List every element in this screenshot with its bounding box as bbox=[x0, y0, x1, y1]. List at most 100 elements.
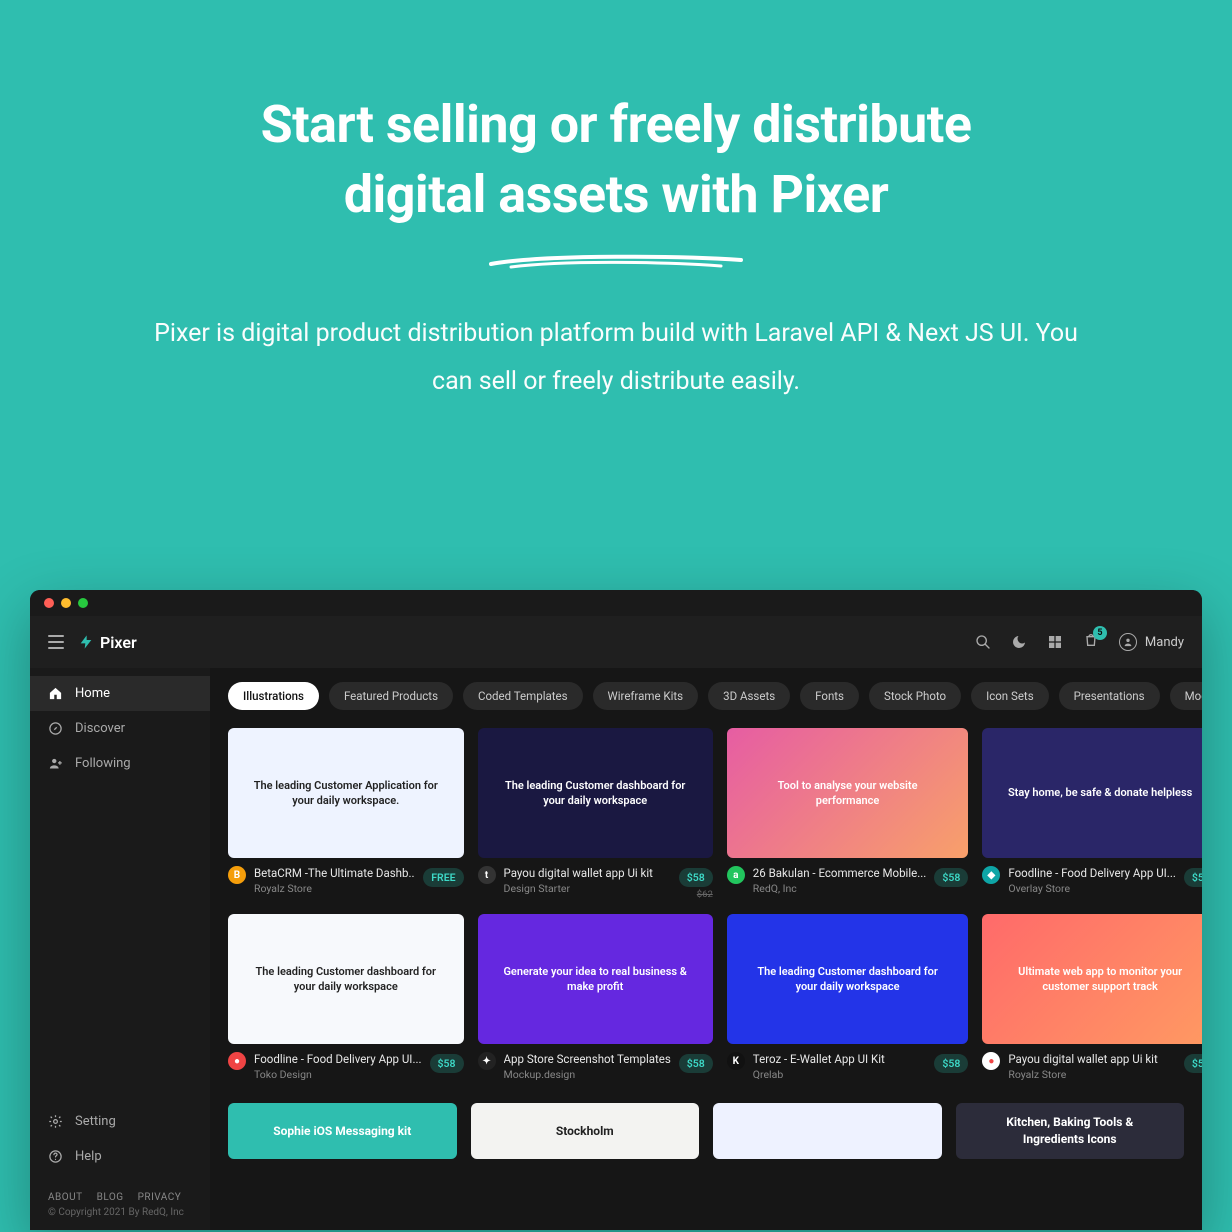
thumbnail-caption: The leading Customer dashboard for your … bbox=[478, 778, 713, 809]
sidebar-item-setting[interactable]: Setting bbox=[30, 1104, 210, 1139]
product-title: Payou digital wallet app Ui kit bbox=[1008, 1052, 1176, 1066]
product-card[interactable]: The leading Customer Application for you… bbox=[228, 728, 464, 900]
sidebar-item-label: Following bbox=[75, 756, 131, 771]
cart-count-badge: 5 bbox=[1093, 626, 1107, 640]
tab-coded-templates[interactable]: Coded Templates bbox=[463, 682, 583, 710]
thumbnail-caption: Tool to analyse your website performance bbox=[727, 778, 969, 809]
product-title: Foodline - Food Delivery App UI... bbox=[1008, 866, 1176, 880]
product-author: Royalz Store bbox=[1008, 1068, 1176, 1081]
product-thumbnail bbox=[713, 1103, 942, 1159]
window-minimize-dot[interactable] bbox=[61, 598, 71, 608]
window-maximize-dot[interactable] bbox=[78, 598, 88, 608]
tab-illustrations[interactable]: Illustrations bbox=[228, 682, 319, 710]
logo[interactable]: Pixer bbox=[78, 632, 137, 652]
user-name-label: Mandy bbox=[1145, 635, 1184, 650]
product-author: RedQ, Inc bbox=[753, 882, 927, 895]
help-icon bbox=[48, 1149, 63, 1164]
price-old: $62 bbox=[679, 889, 713, 900]
price-badge: $58 bbox=[934, 1054, 968, 1073]
category-tabs: Illustrations Featured Products Coded Temp… bbox=[210, 668, 1202, 724]
moon-icon[interactable] bbox=[1011, 634, 1027, 650]
grid-icon[interactable] bbox=[1047, 634, 1063, 650]
product-author: Overlay Store bbox=[1008, 882, 1176, 895]
bolt-icon bbox=[78, 632, 94, 652]
app-header: Pixer 5 Mandy bbox=[30, 616, 1202, 668]
tab-3d-assets[interactable]: 3D Assets bbox=[708, 682, 790, 710]
tab-fonts[interactable]: Fonts bbox=[800, 682, 859, 710]
window-close-dot[interactable] bbox=[44, 598, 54, 608]
author-avatar: a bbox=[727, 866, 745, 884]
hero-title-line2: digital assets with Pixer bbox=[344, 164, 889, 225]
footer-link-blog[interactable]: BLOG bbox=[97, 1192, 124, 1203]
menu-toggle-icon[interactable] bbox=[48, 635, 64, 649]
product-thumbnail: Ultimate web app to monitor your custome… bbox=[982, 914, 1202, 1044]
product-thumbnail: Stockholm bbox=[471, 1103, 700, 1159]
footer-link-privacy[interactable]: PRIVACY bbox=[138, 1192, 182, 1203]
product-grid: The leading Customer Application for you… bbox=[210, 724, 1202, 1099]
cart-button[interactable]: 5 bbox=[1083, 632, 1099, 652]
author-avatar: B bbox=[228, 866, 246, 884]
author-avatar: ◆ bbox=[982, 866, 1000, 884]
product-author: Mockup.design bbox=[504, 1068, 671, 1081]
product-thumbnail: The leading Customer dashboard for your … bbox=[727, 914, 969, 1044]
product-thumbnail: Tool to analyse your website performance bbox=[727, 728, 969, 858]
thumbnail-caption: Stockholm bbox=[536, 1123, 634, 1140]
avatar-icon bbox=[1119, 633, 1137, 651]
logo-text: Pixer bbox=[100, 633, 137, 652]
product-thumbnail: The leading Customer Application for you… bbox=[228, 728, 464, 858]
product-author: Toko Design bbox=[254, 1068, 422, 1081]
thumbnail-caption: Sophie iOS Messaging kit bbox=[253, 1123, 431, 1140]
product-card[interactable]: The leading Customer dashboard for your … bbox=[228, 914, 464, 1081]
product-thumbnail: Kitchen, Baking Tools & Ingredients Icon… bbox=[956, 1103, 1185, 1159]
tab-mockups[interactable]: Mockups bbox=[1170, 682, 1202, 710]
tab-wireframe-kits[interactable]: Wireframe Kits bbox=[593, 682, 699, 710]
author-avatar: t bbox=[478, 866, 496, 884]
hero-section: Start selling or freely distribute digit… bbox=[0, 0, 1232, 455]
product-author: Royalz Store bbox=[254, 882, 415, 895]
product-card[interactable]: Generate your idea to real business & ma… bbox=[478, 914, 713, 1081]
product-card[interactable]: Sophie iOS Messaging kit bbox=[228, 1103, 457, 1159]
compass-icon bbox=[48, 721, 63, 736]
price-badge: $58 bbox=[934, 868, 968, 887]
tab-featured-products[interactable]: Featured Products bbox=[329, 682, 453, 710]
thumbnail-caption: The leading Customer dashboard for your … bbox=[727, 964, 969, 995]
tab-stock-photo[interactable]: Stock Photo bbox=[869, 682, 961, 710]
tab-icon-sets[interactable]: Icon Sets bbox=[971, 682, 1049, 710]
thumbnail-caption: The leading Customer dashboard for your … bbox=[228, 964, 464, 995]
user-plus-icon bbox=[48, 756, 63, 771]
author-avatar: ✦ bbox=[478, 1052, 496, 1070]
search-icon[interactable] bbox=[975, 634, 991, 650]
product-card[interactable]: Stay home, be safe & donate helpless ◆ F… bbox=[982, 728, 1202, 900]
sidebar-item-help[interactable]: Help bbox=[30, 1139, 210, 1174]
author-avatar: ● bbox=[228, 1052, 246, 1070]
user-menu[interactable]: Mandy bbox=[1119, 633, 1184, 651]
sidebar-item-discover[interactable]: Discover bbox=[30, 711, 210, 746]
product-thumbnail: Sophie iOS Messaging kit bbox=[228, 1103, 457, 1159]
tab-presentations[interactable]: Presentations bbox=[1059, 682, 1160, 710]
product-title: 26 Bakulan - Ecommerce Mobile... bbox=[753, 866, 927, 880]
product-author: Qrelab bbox=[753, 1068, 927, 1081]
home-icon bbox=[48, 686, 63, 701]
product-card[interactable]: Tool to analyse your website performance… bbox=[727, 728, 969, 900]
product-card[interactable]: Kitchen, Baking Tools & Ingredients Icon… bbox=[956, 1103, 1185, 1159]
product-card[interactable]: Stockholm bbox=[471, 1103, 700, 1159]
product-card[interactable]: The leading Customer dashboard for your … bbox=[727, 914, 969, 1081]
thumbnail-caption: Ultimate web app to monitor your custome… bbox=[982, 964, 1202, 995]
author-avatar: ● bbox=[982, 1052, 1000, 1070]
sidebar-item-home[interactable]: Home bbox=[30, 676, 210, 711]
sidebar-item-following[interactable]: Following bbox=[30, 746, 210, 781]
sidebar-item-label: Discover bbox=[75, 721, 125, 736]
product-grid-partial: Sophie iOS Messaging kit Stockholm Kitch… bbox=[210, 1099, 1202, 1177]
thumbnail-caption: The leading Customer Application for you… bbox=[228, 778, 464, 809]
copyright-text: © Copyright 2021 By RedQ, Inc bbox=[30, 1207, 210, 1230]
author-avatar: K bbox=[727, 1052, 745, 1070]
product-title: App Store Screenshot Templates bbox=[504, 1052, 671, 1066]
product-card[interactable] bbox=[713, 1103, 942, 1159]
footer-links: ABOUT BLOG PRIVACY bbox=[30, 1182, 210, 1207]
product-card[interactable]: Ultimate web app to monitor your custome… bbox=[982, 914, 1202, 1081]
footer-link-about[interactable]: ABOUT bbox=[48, 1192, 83, 1203]
hero-title-line1: Start selling or freely distribute bbox=[261, 94, 972, 155]
product-title: BetaCRM -The Ultimate Dashb.. bbox=[254, 866, 415, 880]
product-author: Design Starter bbox=[504, 882, 671, 895]
product-card[interactable]: The leading Customer dashboard for your … bbox=[478, 728, 713, 900]
